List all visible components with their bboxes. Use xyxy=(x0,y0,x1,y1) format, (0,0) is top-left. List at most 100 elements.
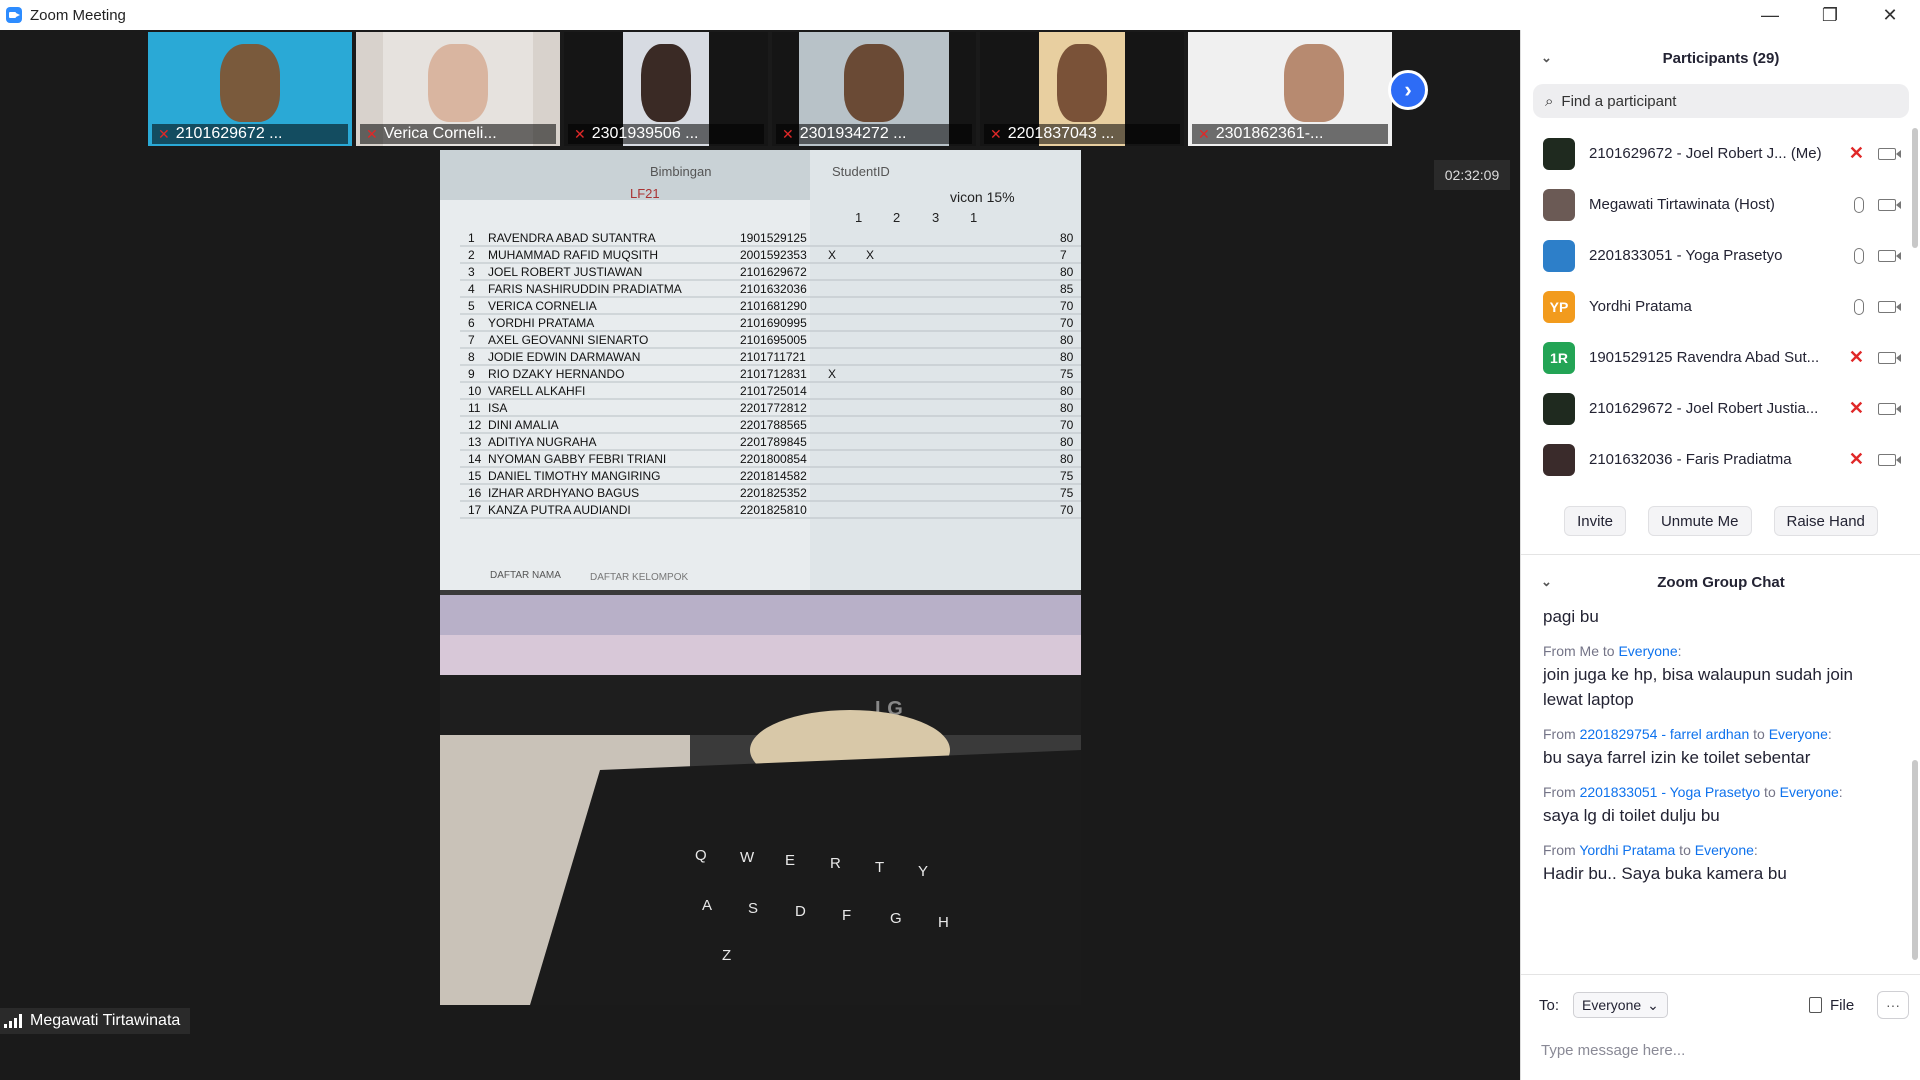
keyboard-key: Y xyxy=(918,863,928,880)
sheet-header-left: Bimbingan xyxy=(650,164,711,179)
mic-muted-icon[interactable]: ✕ xyxy=(1849,449,1864,470)
recipient-value: Everyone xyxy=(1582,997,1642,1013)
message-to-suffix: : xyxy=(1677,643,1682,659)
video-thumbnail-strip: ✕ 2101629672 ... ✕ Verica Corneli... ✕ 2301… xyxy=(148,32,1392,146)
row-number: 5 xyxy=(468,299,475,313)
video-camera-icon[interactable] xyxy=(1878,351,1901,364)
avatar xyxy=(1543,392,1575,425)
message-from[interactable]: 2201829754 - farrel ardhan xyxy=(1580,726,1750,742)
participant-search-input[interactable]: ⌕ Find a participant xyxy=(1533,84,1909,118)
student-id: 2001592353 xyxy=(740,248,807,262)
mic-muted-icon[interactable]: ✕ xyxy=(1849,143,1864,164)
invite-button[interactable]: Invite xyxy=(1564,506,1626,536)
student-name: VARELL ALKAHFI xyxy=(488,384,585,398)
participant-row[interactable]: YP Yordhi Pratama xyxy=(1521,281,1906,332)
message-to-prefix: to xyxy=(1749,726,1769,742)
video-thumbnail[interactable]: ✕ Verica Corneli... xyxy=(356,32,560,146)
microphone-icon[interactable] xyxy=(1854,196,1864,213)
more-options-button[interactable]: ··· xyxy=(1877,991,1909,1019)
chat-message: From 2201833051 - Yoga Prasetyo to Every… xyxy=(1543,784,1893,828)
message-to[interactable]: Everyone xyxy=(1618,643,1677,659)
next-page-button[interactable]: › xyxy=(1388,70,1428,110)
divider xyxy=(1521,554,1920,555)
avatar xyxy=(1543,188,1575,221)
video-camera-icon[interactable] xyxy=(1878,300,1901,313)
collapse-chevron-icon[interactable]: ⌄ xyxy=(1541,574,1552,590)
student-name: YORDHI PRATAMA xyxy=(488,316,594,330)
raise-hand-button[interactable]: Raise Hand xyxy=(1773,506,1878,536)
video-thumbnail[interactable]: ✕ 2301934272 ... xyxy=(772,32,976,146)
participant-video xyxy=(1057,44,1107,122)
chat-message: From 2201829754 - farrel ardhan to Every… xyxy=(1543,726,1893,770)
message-to[interactable]: Everyone xyxy=(1695,842,1754,858)
divider xyxy=(1521,974,1920,975)
avatar xyxy=(1543,239,1575,272)
collapse-chevron-icon[interactable]: ⌄ xyxy=(1541,50,1552,66)
student-name: FARIS NASHIRUDDIN PRADIATMA xyxy=(488,282,682,296)
video-thumbnail[interactable]: ✕ 2101629672 ... xyxy=(148,32,352,146)
mic-muted-icon[interactable]: ✕ xyxy=(1849,347,1864,368)
student-id: 2201825352 xyxy=(740,486,807,500)
check-col-1: X xyxy=(828,248,836,262)
message-body: join juga ke hp, bisa walaupun sudah joi… xyxy=(1543,665,1854,709)
participant-row[interactable]: 2201833051 - Yoga Prasetyo xyxy=(1521,230,1906,281)
video-camera-icon[interactable] xyxy=(1878,249,1901,262)
student-id: 2101695005 xyxy=(740,333,807,347)
student-name: KANZA PUTRA AUDIANDI xyxy=(488,503,631,517)
student-id: 2101712831 xyxy=(740,367,807,381)
score: 85 xyxy=(1060,282,1074,296)
mic-muted-icon: ✕ xyxy=(574,125,586,142)
video-camera-icon[interactable] xyxy=(1878,147,1901,160)
message-to[interactable]: Everyone xyxy=(1780,784,1839,800)
message-from-prefix: From xyxy=(1543,842,1580,858)
participant-row[interactable]: 2101629672 - Joel Robert J... (Me) ✕ xyxy=(1521,128,1906,179)
row-number: 10 xyxy=(468,384,482,398)
message-to-suffix: : xyxy=(1827,726,1832,742)
score: 75 xyxy=(1060,367,1074,381)
message-to[interactable]: Everyone xyxy=(1769,726,1828,742)
restore-button[interactable]: ❐ xyxy=(1800,0,1860,30)
mic-muted-icon[interactable]: ✕ xyxy=(1849,398,1864,419)
video-thumbnail[interactable]: ✕ 2301939506 ... xyxy=(564,32,768,146)
file-button[interactable]: File xyxy=(1809,997,1854,1014)
participant-row[interactable]: 2101632036 - Faris Pradiatma ✕ xyxy=(1521,434,1906,485)
mic-muted-icon: ✕ xyxy=(1198,125,1210,142)
row-number: 6 xyxy=(468,316,475,330)
chevron-down-icon: ⌄ xyxy=(1647,996,1659,1013)
microphone-icon[interactable] xyxy=(1854,247,1864,264)
message-from[interactable]: 2201833051 - Yoga Prasetyo xyxy=(1580,784,1761,800)
search-icon: ⌕ xyxy=(1545,92,1554,110)
video-area: ✕ 2101629672 ... ✕ Verica Corneli... ✕ 2301… xyxy=(0,30,1520,1080)
participant-name: 2101629672 - Joel Robert Justia... xyxy=(1589,400,1819,417)
to-label: To: xyxy=(1539,996,1560,1014)
chat-scrollbar[interactable] xyxy=(1912,760,1918,960)
recipient-dropdown[interactable]: Everyone ⌄ xyxy=(1573,992,1668,1018)
video-camera-icon[interactable] xyxy=(1878,198,1901,211)
chat-title: Zoom Group Chat xyxy=(1657,573,1785,591)
video-camera-icon[interactable] xyxy=(1878,402,1901,415)
participants-scrollbar[interactable] xyxy=(1912,128,1918,248)
participants-header: ⌄ Participants (29) xyxy=(1521,40,1920,76)
file-label: File xyxy=(1830,996,1855,1014)
chat-header: ⌄ Zoom Group Chat xyxy=(1521,564,1920,600)
chat-messages: pagi bu From Me to Everyone: join juga k… xyxy=(1543,604,1893,900)
video-thumbnail[interactable]: ✕ 2201837043 ... xyxy=(980,32,1184,146)
score: 80 xyxy=(1060,333,1074,347)
message-from[interactable]: Yordhi Pratama xyxy=(1579,842,1675,858)
student-id: 2201825810 xyxy=(740,503,807,517)
student-id: 2201772812 xyxy=(740,401,807,415)
participant-row[interactable]: 1R 1901529125 Ravendra Abad Sut... ✕ xyxy=(1521,332,1906,383)
row-number: 7 xyxy=(468,333,475,347)
video-thumbnail[interactable]: ✕ 2301862361-... xyxy=(1188,32,1392,146)
chat-message-input[interactable]: Type message here... xyxy=(1541,1042,1685,1059)
student-name: AXEL GEOVANNI SIENARTO xyxy=(488,333,648,347)
participant-row[interactable]: Megawati Tirtawinata (Host) xyxy=(1521,179,1906,230)
close-button[interactable]: ✕ xyxy=(1860,0,1920,30)
minimize-button[interactable]: — xyxy=(1740,0,1800,30)
participant-video xyxy=(428,44,488,122)
video-camera-icon[interactable] xyxy=(1878,453,1901,466)
participant-row[interactable]: 2101629672 - Joel Robert Justia... ✕ xyxy=(1521,383,1906,434)
microphone-icon[interactable] xyxy=(1854,298,1864,315)
unmute-me-button[interactable]: Unmute Me xyxy=(1647,506,1752,536)
message-body: bu saya farrel izin ke toilet sebentar xyxy=(1543,748,1811,767)
